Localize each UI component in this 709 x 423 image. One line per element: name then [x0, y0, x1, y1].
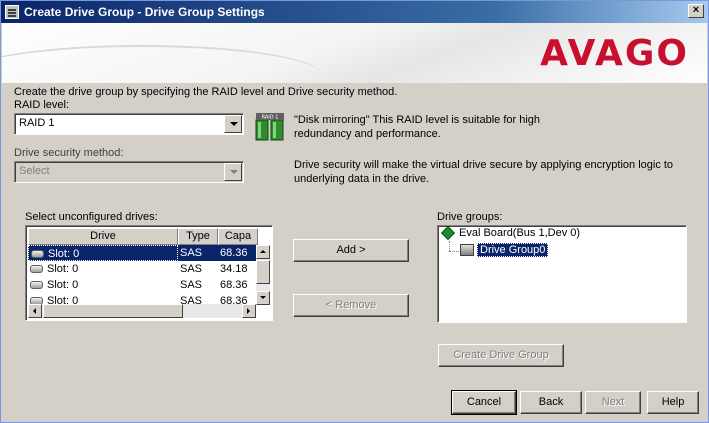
- add-drive-button[interactable]: Add >: [293, 239, 409, 262]
- security-method-label: Drive security method:: [14, 147, 124, 159]
- vertical-scroll-thumb[interactable]: [256, 260, 270, 284]
- drive-icon: [31, 250, 44, 258]
- raid-icon-text: RAID 1: [262, 115, 279, 121]
- title-bar[interactable]: Create Drive Group - Drive Group Setting…: [1, 1, 708, 23]
- cancel-button[interactable]: Cancel: [451, 390, 517, 415]
- table-row[interactable]: Slot: 0 SAS 34.18: [28, 261, 258, 277]
- security-method-value: Select: [19, 165, 50, 177]
- horizontal-scroll-thumb[interactable]: [43, 304, 183, 318]
- horizontal-scrollbar[interactable]: [28, 304, 256, 318]
- row-capacity: 68.36: [220, 279, 248, 291]
- row-capacity: 34.18: [220, 263, 248, 275]
- remove-drive-button[interactable]: < Remove: [293, 294, 409, 317]
- row-capacity: 68.36: [218, 245, 258, 261]
- row-drive: Slot: 0: [47, 263, 79, 275]
- table-row[interactable]: Slot: 0 SAS 68.36: [28, 277, 258, 293]
- unconfigured-drives-label: Select unconfigured drives:: [25, 211, 158, 223]
- intro-text: Create the drive group by specifying the…: [14, 86, 398, 98]
- back-button[interactable]: Back: [520, 391, 582, 414]
- raid-description-line2: redundancy and performance.: [294, 128, 441, 140]
- avago-logo: AVAGO: [540, 33, 689, 74]
- row-type: SAS: [178, 245, 218, 261]
- tree-connector: [449, 251, 459, 252]
- drive-icon: [30, 281, 43, 289]
- tree-child-label: Drive Group0: [477, 243, 549, 257]
- window-title: Create Drive Group - Drive Group Setting…: [24, 5, 265, 19]
- create-drive-group-button[interactable]: Create Drive Group: [438, 344, 564, 367]
- scroll-up-button[interactable]: [256, 245, 270, 259]
- table-row[interactable]: Slot: 0 SAS 68.36: [28, 245, 258, 261]
- scroll-right-button[interactable]: [242, 304, 256, 318]
- raid-level-icon: RAID 1: [255, 113, 284, 141]
- security-method-select[interactable]: Select: [14, 161, 244, 183]
- security-description-line1: Drive security will make the virtual dri…: [294, 159, 674, 171]
- raid-description-line1: "Disk mirroring" This RAID level is suit…: [294, 114, 541, 126]
- drive-icon: [30, 265, 43, 273]
- dialog-window: Create Drive Group - Drive Group Setting…: [0, 0, 709, 423]
- list-header: Drive Type Capa: [28, 228, 258, 245]
- column-header-capacity[interactable]: Capa: [218, 228, 258, 245]
- column-header-drive[interactable]: Drive: [28, 228, 178, 245]
- next-button[interactable]: Next: [585, 391, 641, 414]
- drive-groups-label: Drive groups:: [437, 211, 503, 223]
- row-drive: Slot: 0: [48, 248, 80, 260]
- row-type: SAS: [180, 279, 203, 291]
- tree-connector: [449, 241, 450, 251]
- vertical-scrollbar[interactable]: [256, 245, 270, 305]
- scroll-down-button[interactable]: [256, 291, 270, 305]
- raid-level-value: RAID 1: [19, 117, 55, 129]
- banner-swoosh: [2, 45, 322, 83]
- chevron-down-icon[interactable]: [224, 163, 242, 181]
- row-type: SAS: [180, 263, 203, 275]
- help-button[interactable]: Help: [647, 391, 699, 414]
- drive-groups-tree[interactable]: [437, 225, 687, 323]
- chevron-down-icon[interactable]: [224, 115, 242, 133]
- controller-icon: [440, 225, 456, 241]
- tree-root-label: Eval Board(Bus 1,Dev 0): [459, 227, 581, 239]
- drive-group-icon: [460, 244, 474, 256]
- raid-level-label: RAID level:: [14, 99, 70, 111]
- tree-node-drive-group[interactable]: Drive Group0: [460, 243, 549, 257]
- security-description-line2: underlying data in the drive.: [294, 173, 430, 185]
- header-banner: AVAGO: [2, 23, 707, 83]
- tree-node-controller[interactable]: Eval Board(Bus 1,Dev 0): [440, 225, 581, 241]
- close-button[interactable]: ×: [688, 4, 704, 18]
- unconfigured-drives-list[interactable]: Drive Type Capa Slot: 0 SAS 68.36 Slot: …: [25, 225, 273, 321]
- scroll-left-button[interactable]: [28, 304, 42, 318]
- raid-level-select[interactable]: RAID 1: [14, 113, 244, 135]
- row-drive: Slot: 0: [47, 279, 79, 291]
- window-app-icon: [5, 5, 19, 19]
- column-header-type[interactable]: Type: [178, 228, 218, 245]
